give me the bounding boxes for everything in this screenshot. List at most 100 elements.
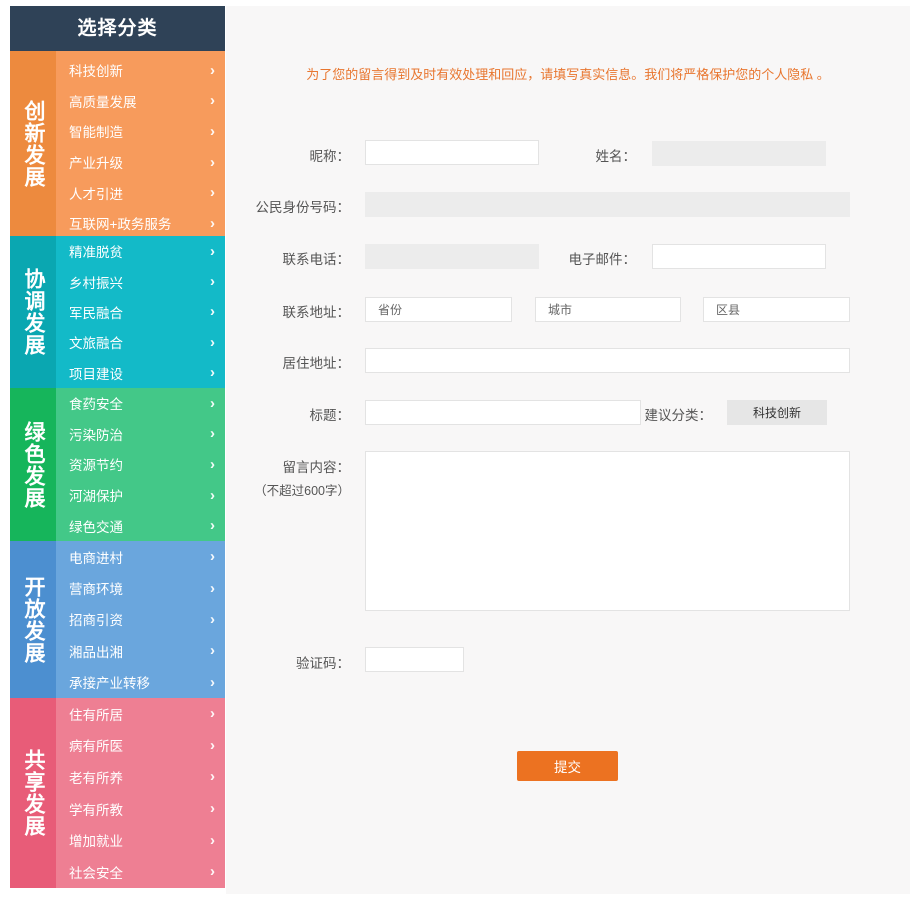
category-item-label: 招商引资 <box>69 613 123 629</box>
category-item-label: 精准脱贫 <box>69 245 123 261</box>
category-item-label: 承接产业转移 <box>69 676 150 692</box>
subject-label: 标题： <box>309 408 351 423</box>
chevron-right-icon: › <box>210 548 215 566</box>
category-item[interactable]: 文旅融合 › <box>56 327 225 357</box>
category-item[interactable]: 社会安全 › <box>56 856 225 888</box>
chevron-right-icon: › <box>210 122 215 140</box>
category-label: 建议分类： <box>644 408 713 423</box>
subject-input[interactable] <box>365 400 641 425</box>
category-item-label: 高质量发展 <box>69 94 137 110</box>
chevron-right-icon: › <box>210 642 215 660</box>
category-item-label: 增加就业 <box>69 834 123 850</box>
category-item-label: 产业升级 <box>69 156 123 172</box>
email-label: 电子邮件： <box>568 252 637 267</box>
category-sidebar: 选择分类 创新发展 科技创新 › 高质量发展 › 智能制造 › 产业升级 › 人才引进 › 互联网+政… <box>10 6 225 894</box>
category-item-label: 河湖保护 <box>69 489 123 505</box>
sidebar-header: 选择分类 <box>10 6 225 51</box>
chevron-right-icon: › <box>210 768 215 786</box>
residence-input[interactable] <box>365 348 850 373</box>
name-input[interactable] <box>652 141 826 166</box>
chevron-right-icon: › <box>210 673 215 691</box>
chevron-right-icon: › <box>210 273 215 291</box>
category-item[interactable]: 人才引进 › <box>56 177 225 208</box>
category-item[interactable]: 军民融合 › <box>56 297 225 327</box>
chevron-right-icon: › <box>210 61 215 79</box>
chevron-right-icon: › <box>210 800 215 818</box>
category-item[interactable]: 项目建设 › <box>56 358 225 388</box>
category-item-label: 资源节约 <box>69 458 123 474</box>
residence-label: 居住地址： <box>282 356 351 371</box>
category-item[interactable]: 招商引资 › <box>56 604 225 635</box>
category-group: 开放发展 电商进村 › 营商环境 › 招商引资 › 湘品出湘 › 承接产业转移 › <box>10 541 225 698</box>
category-item-label: 营商环境 <box>69 582 123 598</box>
category-item[interactable]: 产业升级 › <box>56 147 225 178</box>
city-input[interactable] <box>535 297 681 322</box>
chevron-right-icon: › <box>210 705 215 723</box>
category-item[interactable]: 乡村振兴 › <box>56 266 225 296</box>
province-input[interactable] <box>365 297 512 322</box>
category-item-label: 智能制造 <box>69 125 123 141</box>
category-item[interactable]: 互联网+政务服务 › <box>56 208 225 239</box>
content-textarea[interactable] <box>365 451 850 611</box>
category-item-label: 湘品出湘 <box>69 644 123 660</box>
category-item[interactable]: 湘品出湘 › <box>56 635 225 666</box>
category-group-title: 共享发展 <box>10 698 56 888</box>
category-item-label: 社会安全 <box>69 865 123 881</box>
category-item[interactable]: 智能制造 › <box>56 116 225 147</box>
category-item[interactable]: 食药安全 › <box>56 388 225 419</box>
category-item-label: 电商进村 <box>69 550 123 566</box>
submit-button[interactable]: 提交 <box>517 751 618 781</box>
chevron-right-icon: › <box>210 610 215 628</box>
category-item-label: 老有所养 <box>69 770 123 786</box>
chevron-right-icon: › <box>210 579 215 597</box>
chevron-right-icon: › <box>210 863 215 881</box>
category-group-title: 创新发展 <box>10 51 56 236</box>
category-item[interactable]: 老有所养 › <box>56 761 225 793</box>
chevron-right-icon: › <box>210 303 215 321</box>
category-item[interactable]: 资源节约 › <box>56 449 225 480</box>
category-item[interactable]: 污染防治 › <box>56 419 225 450</box>
category-item-label: 住有所居 <box>69 707 123 723</box>
content-label: 留言内容： <box>282 460 351 475</box>
category-item-label: 食药安全 <box>69 397 123 413</box>
category-item[interactable]: 科技创新 › <box>56 55 225 86</box>
id-number-input[interactable] <box>365 192 850 217</box>
chevron-right-icon: › <box>210 92 215 110</box>
category-item-label: 互联网+政务服务 <box>69 217 172 233</box>
category-item[interactable]: 绿色交通 › <box>56 510 225 541</box>
category-item-label: 病有所医 <box>69 739 123 755</box>
category-item[interactable]: 营商环境 › <box>56 572 225 603</box>
category-item[interactable]: 病有所医 › <box>56 730 225 762</box>
county-input[interactable] <box>703 297 850 322</box>
category-item[interactable]: 承接产业转移 › <box>56 667 225 698</box>
chevron-right-icon: › <box>210 333 215 351</box>
chevron-right-icon: › <box>210 153 215 171</box>
category-group-title: 绿色发展 <box>10 388 56 541</box>
chevron-right-icon: › <box>210 425 215 443</box>
chevron-right-icon: › <box>210 184 215 202</box>
category-group: 协调发展 精准脱贫 › 乡村振兴 › 军民融合 › 文旅融合 › 项目建设 › <box>10 236 225 388</box>
chevron-right-icon: › <box>210 214 215 232</box>
phone-label: 联系电话： <box>282 252 351 267</box>
category-item[interactable]: 学有所教 › <box>56 793 225 825</box>
nickname-input[interactable] <box>365 140 539 165</box>
category-item-label: 项目建设 <box>69 366 123 382</box>
category-group: 创新发展 科技创新 › 高质量发展 › 智能制造 › 产业升级 › 人才引进 › 互联网+政务服务 › <box>10 51 225 236</box>
category-item[interactable]: 河湖保护 › <box>56 480 225 511</box>
category-select-button[interactable]: 科技创新 <box>727 400 827 425</box>
category-item-label: 绿色交通 <box>69 519 123 535</box>
captcha-input[interactable] <box>365 647 464 672</box>
category-item-label: 军民融合 <box>69 305 123 321</box>
email-input[interactable] <box>652 244 826 269</box>
category-item[interactable]: 住有所居 › <box>56 698 225 730</box>
category-item[interactable]: 高质量发展 › <box>56 86 225 117</box>
category-group-title: 协调发展 <box>10 236 56 388</box>
category-item[interactable]: 精准脱贫 › <box>56 236 225 266</box>
chevron-right-icon: › <box>210 394 215 412</box>
category-item[interactable]: 电商进村 › <box>56 541 225 572</box>
category-item[interactable]: 增加就业 › <box>56 824 225 856</box>
chevron-right-icon: › <box>210 517 215 535</box>
phone-input[interactable] <box>365 244 539 269</box>
category-group: 绿色发展 食药安全 › 污染防治 › 资源节约 › 河湖保护 › 绿色交通 › <box>10 388 225 541</box>
category-item-label: 科技创新 <box>69 64 123 80</box>
